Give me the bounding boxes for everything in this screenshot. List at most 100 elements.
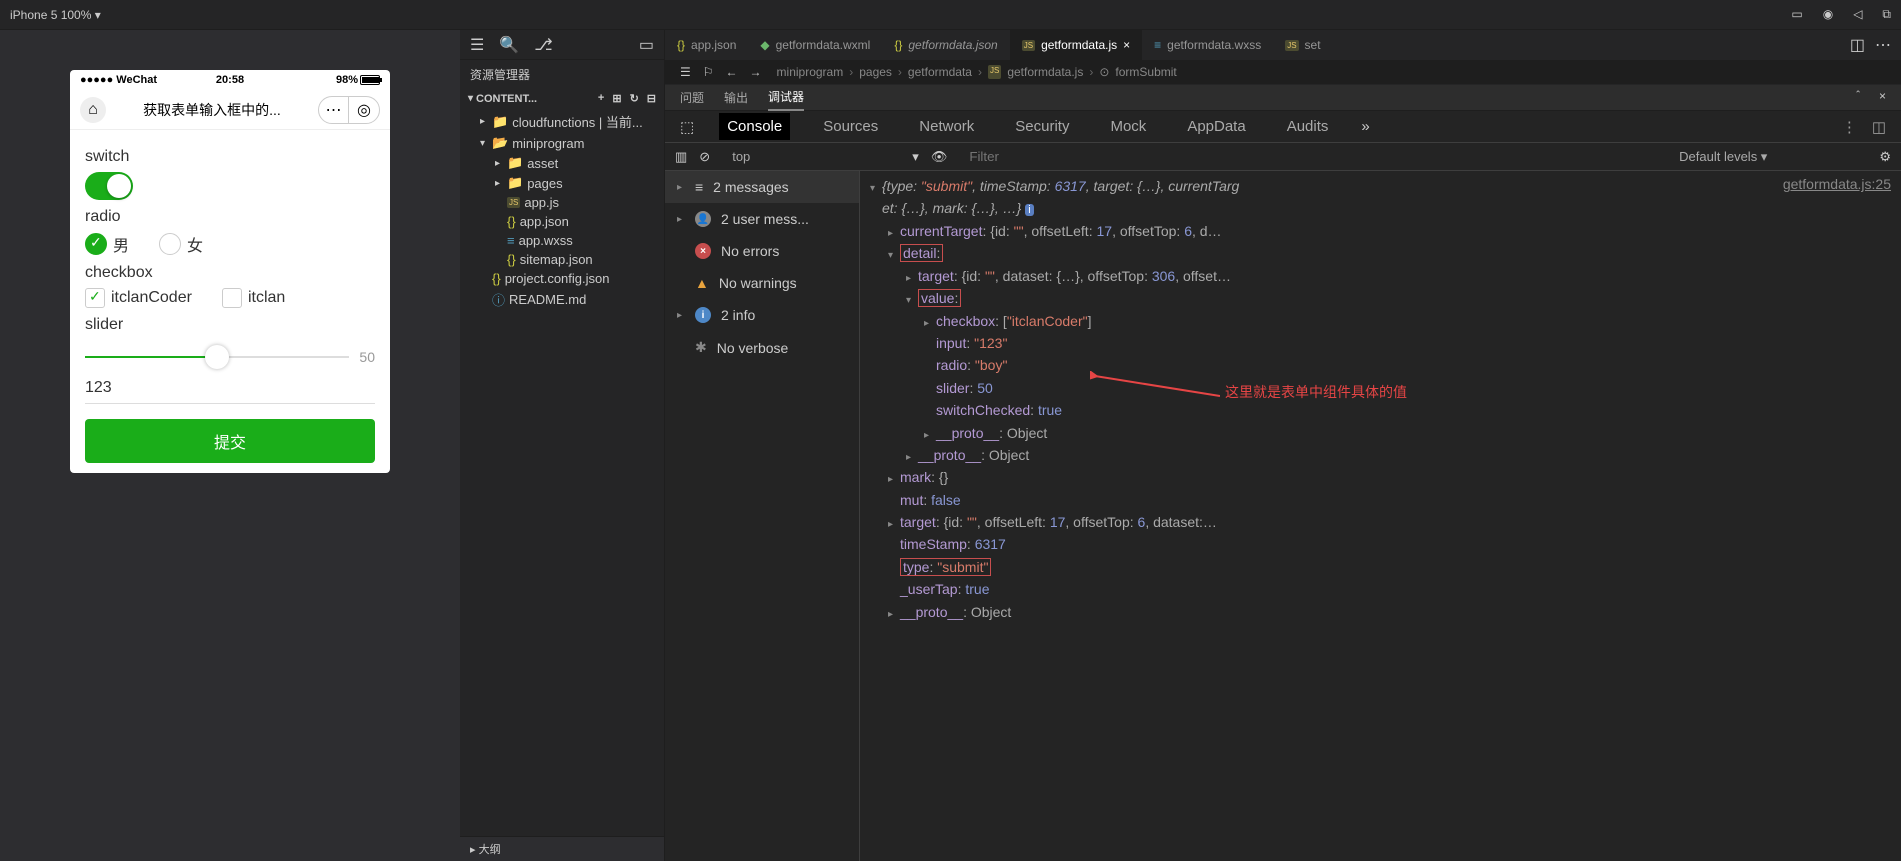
content-header[interactable]: ▾ CONTENT... + ⊞ ↻ ⊟ (460, 89, 664, 108)
menu-icon[interactable]: ☰ (470, 35, 484, 55)
new-file-icon[interactable]: + (598, 92, 604, 105)
refresh-icon[interactable]: ↻ (630, 92, 639, 105)
tab-set[interactable]: JSset (1273, 30, 1332, 60)
device-selector[interactable]: iPhone 5 100% ▾ (10, 8, 101, 22)
dock-icon[interactable]: ◫ (1872, 118, 1886, 136)
tab-problems[interactable]: 问题 (680, 85, 704, 110)
radio-female[interactable]: 女 (159, 232, 203, 256)
tab-sources[interactable]: Sources (815, 113, 886, 140)
tab-getformdata-wxss[interactable]: ≡getformdata.wxss (1142, 30, 1273, 60)
tree-appjson[interactable]: {}app.json (460, 212, 664, 231)
copy-icon[interactable]: ⧉ (1882, 7, 1891, 22)
status-time: 20:58 (180, 74, 280, 86)
new-folder-icon[interactable]: ⊞ (612, 92, 621, 105)
back-icon[interactable]: ← (726, 65, 738, 79)
tab-getformdata-wxml[interactable]: ◆getformdata.wxml (748, 30, 882, 60)
tree-readme[interactable]: ⓘREADME.md (460, 288, 664, 311)
inspect-icon[interactable]: ⬚ (680, 118, 694, 136)
tab-console[interactable]: Console (719, 113, 790, 140)
page-title: 获取表单输入框中的... (114, 100, 310, 120)
filter-input[interactable] (959, 149, 1667, 164)
close-panel-icon[interactable]: × (1879, 89, 1886, 106)
sb-messages[interactable]: ▸≡2 messages (665, 171, 859, 203)
close-icon[interactable]: × (1123, 38, 1130, 52)
tab-debugger[interactable]: 调试器 (768, 84, 804, 111)
checkbox-itclan[interactable]: itclan (222, 288, 285, 308)
radio-male[interactable]: 男 (85, 232, 129, 256)
sb-noverbose[interactable]: ✱No verbose (665, 331, 859, 364)
sidebar-icon[interactable]: ▭ (639, 35, 654, 55)
tree-appjs[interactable]: JSapp.js (460, 193, 664, 212)
console-output[interactable]: getformdata.js:25 ▾{type: "submit", time… (860, 171, 1901, 861)
context-selector[interactable]: top (722, 149, 760, 164)
editor-tabs: {}app.json ◆getformdata.wxml {}getformda… (665, 30, 1901, 60)
more-icon[interactable]: ⋯ (1875, 35, 1891, 55)
slider-control[interactable] (85, 356, 349, 358)
error-icon: × (695, 243, 711, 259)
chevron-down-icon[interactable]: ▾ (912, 149, 919, 165)
radio-unchecked-icon (159, 233, 181, 255)
branch-icon[interactable]: ⎇ (534, 35, 552, 55)
checkbox-unchecked-icon (222, 288, 242, 308)
bookmark-icon[interactable]: ⚐ (703, 65, 714, 79)
tab-output[interactable]: 输出 (724, 85, 748, 110)
submit-button[interactable]: 提交 (85, 419, 375, 463)
tab-getformdata-json[interactable]: {}getformdata.json (882, 30, 1009, 60)
tab-mock[interactable]: Mock (1102, 113, 1154, 140)
tree-pages[interactable]: ▸📁pages (460, 173, 664, 193)
forward-icon[interactable]: → (750, 65, 762, 79)
mobile-icon[interactable]: ▭ (1791, 7, 1802, 22)
user-icon: 👤 (695, 211, 711, 227)
close-target-icon[interactable]: ◎ (349, 97, 379, 123)
phone-frame: ●●●●● WeChat 20:58 98% ⌂ 获取表单输入框中的... ⋯ … (70, 70, 390, 473)
gear-icon[interactable]: ⚙ (1879, 149, 1891, 165)
verbose-icon: ✱ (695, 339, 707, 356)
tree-appwxss[interactable]: ≡app.wxss (460, 231, 664, 250)
sb-nowarn[interactable]: ▲No warnings (665, 267, 859, 299)
home-icon[interactable]: ⌂ (80, 97, 106, 123)
mute-icon[interactable]: ◁ (1853, 7, 1862, 22)
console-filter-bar: ▥ ⊘ top ▾ 👁 Default levels ▾ ⚙ (665, 143, 1901, 171)
log-levels-selector[interactable]: Default levels ▾ (1679, 149, 1767, 165)
more-tabs-icon[interactable]: » (1361, 118, 1369, 135)
minimize-icon[interactable]: ＾ (1852, 89, 1864, 106)
tab-appdata[interactable]: AppData (1179, 113, 1253, 140)
editor-area: {}app.json ◆getformdata.wxml {}getformda… (665, 30, 1901, 861)
outline-section[interactable]: ▸ 大纲 (460, 836, 664, 861)
text-input[interactable]: 123 (85, 373, 375, 404)
list-icon[interactable]: ☰ (680, 65, 691, 79)
sb-info[interactable]: ▸i2 info (665, 299, 859, 331)
info-badge-icon[interactable]: i (1025, 204, 1033, 216)
tree-sitemap[interactable]: {}sitemap.json (460, 250, 664, 269)
tab-audits[interactable]: Audits (1279, 113, 1337, 140)
checkbox-checked-icon (85, 288, 105, 308)
form-body: switch radio 男 女 checkbox (70, 130, 390, 473)
simulator-panel: ●●●●● WeChat 20:58 98% ⌂ 获取表单输入框中的... ⋯ … (0, 30, 460, 861)
clear-console-icon[interactable]: ⊘ (699, 149, 710, 165)
tree-asset[interactable]: ▸📁asset (460, 153, 664, 173)
file-explorer: ☰ 🔍 ⎇ ▭ 资源管理器 ▾ CONTENT... + ⊞ ↻ ⊟ ▸📁clo… (460, 30, 665, 861)
tab-security[interactable]: Security (1007, 113, 1077, 140)
split-icon[interactable]: ◫ (1850, 35, 1865, 55)
sb-noerrors[interactable]: ×No errors (665, 235, 859, 267)
settings-icon[interactable]: ⋮ (1842, 118, 1857, 136)
checkbox-itclancoder[interactable]: itclanCoder (85, 288, 192, 308)
sb-usermsg[interactable]: ▸👤2 user mess... (665, 203, 859, 235)
tree-cloudfunctions[interactable]: ▸📁cloudfunctions | 当前... (460, 110, 664, 133)
tab-getformdata-js[interactable]: JSgetformdata.js× (1010, 30, 1142, 60)
eye-icon[interactable]: 👁 (931, 149, 948, 165)
search-icon[interactable]: 🔍 (499, 35, 519, 55)
tab-appjson[interactable]: {}app.json (665, 30, 748, 60)
source-link[interactable]: getformdata.js:25 (1783, 173, 1891, 195)
menu-dots-icon[interactable]: ⋯ (319, 97, 349, 123)
tree-miniprogram[interactable]: ▾📂miniprogram (460, 133, 664, 153)
radio-label: radio (85, 208, 375, 226)
tree-projectconfig[interactable]: {}project.config.json (460, 269, 664, 288)
collapse-icon[interactable]: ⊟ (647, 92, 656, 105)
tab-network[interactable]: Network (911, 113, 982, 140)
phone-navbar: ⌂ 获取表单输入框中的... ⋯ ◎ (70, 90, 390, 130)
record-icon[interactable]: ◉ (1823, 7, 1833, 22)
sidebar-toggle-icon[interactable]: ▥ (675, 149, 687, 165)
switch-control[interactable] (85, 172, 133, 200)
wechat-capsule[interactable]: ⋯ ◎ (318, 96, 380, 124)
